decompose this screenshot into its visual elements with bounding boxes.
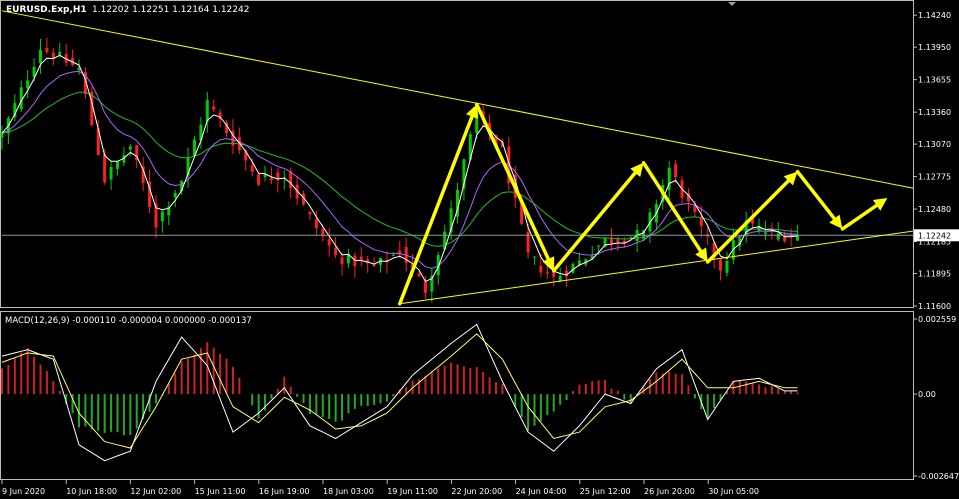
bear-candle-body (314, 219, 318, 229)
time-tick-label: 12 Jun 02:00 (130, 487, 181, 496)
bull-candle-body (597, 245, 601, 247)
price-tick-label: 1.11895 (918, 270, 951, 279)
time-tick-label: 30 Jun 05:00 (708, 487, 759, 496)
bear-candle-body (417, 273, 421, 277)
bear-candle-body (699, 217, 703, 227)
bull-candle-body (205, 99, 209, 122)
bear-candle-body (289, 171, 293, 189)
bear-candle-body (45, 47, 49, 52)
bull-candle-body (0, 133, 4, 138)
bull-candle-body (629, 237, 633, 239)
bull-candle-body (173, 192, 177, 198)
price-tick-label: 1.11600 (918, 302, 951, 311)
time-tick-label: 25 Jun 12:00 (580, 487, 631, 496)
bear-candle-body (674, 164, 678, 178)
ohlc-label: 1.12202 1.12251 1.12164 1.12242 (92, 5, 249, 15)
bear-candle-body (257, 173, 261, 185)
bull-candle-body (109, 167, 113, 180)
bull-candle-body (160, 211, 164, 222)
bear-candle-body (423, 281, 427, 293)
macd-label: MACD(12,26,9) -0.000110 -0.000004 0.0000… (5, 316, 252, 326)
bull-candle-body (38, 50, 42, 64)
chart-canvas[interactable]: EURUSD.Exp,H1 1.12202 1.12251 1.12164 1.… (0, 0, 959, 499)
bear-candle-body (308, 212, 312, 215)
macd-tick-label: 0.002559 (918, 315, 956, 324)
bull-candle-body (725, 260, 729, 273)
time-tick-label: 24 Jun 04:00 (516, 487, 567, 496)
price-tick-label: 1.12775 (918, 173, 951, 182)
bull-candle-body (776, 233, 780, 240)
macd-tick-label: 0.00 (918, 390, 936, 399)
time-tick-label: 22 Jun 20:00 (451, 487, 502, 496)
time-tick-label: 26 Jun 20:00 (644, 487, 695, 496)
bear-candle-body (276, 172, 280, 181)
price-tick-label: 1.14240 (918, 11, 951, 20)
macd-tick-label: -0.002647 (918, 472, 959, 481)
bull-candle-body (26, 80, 30, 89)
bull-candle-body (115, 161, 119, 169)
price-tick-label: 1.13655 (918, 76, 951, 85)
bear-candle-body (250, 165, 254, 172)
time-tick-label: 10 Jun 18:00 (66, 487, 117, 496)
price-tick-label: 1.13950 (918, 43, 951, 52)
bear-candle-body (340, 257, 344, 265)
time-tick-label: 19 Jun 11:00 (387, 487, 438, 496)
time-tick-label: 18 Jun 03:00 (323, 487, 374, 496)
bear-candle-body (616, 239, 620, 242)
bear-candle-body (353, 255, 357, 267)
current-price-label: 1.12242 (918, 231, 951, 240)
bear-candle-body (719, 259, 723, 271)
time-tick-label: 16 Jun 19:00 (259, 487, 310, 496)
bear-candle-body (212, 106, 216, 110)
time-tick-label: 15 Jun 11:00 (195, 487, 246, 496)
price-tick-label: 1.13070 (918, 140, 951, 149)
bull-candle-body (128, 146, 132, 150)
bear-candle-body (269, 178, 273, 181)
bull-candle-body (763, 232, 767, 235)
bear-candle-body (693, 205, 697, 212)
bear-candle-body (334, 247, 338, 255)
bull-candle-body (391, 254, 395, 256)
bull-candle-body (532, 256, 536, 258)
bear-candle-body (103, 154, 107, 183)
price-tick-label: 1.13360 (918, 108, 951, 117)
bear-candle-body (539, 265, 543, 273)
bear-candle-body (545, 272, 549, 274)
price-tick-label: 1.12480 (918, 205, 951, 214)
time-tick-label: 9 Jun 2020 (2, 487, 45, 496)
mt4-chart-window: EURUSD.Exp,H1 1.12202 1.12251 1.12164 1.… (0, 0, 959, 499)
bear-candle-body (327, 239, 331, 246)
bull-candle-body (58, 51, 62, 55)
